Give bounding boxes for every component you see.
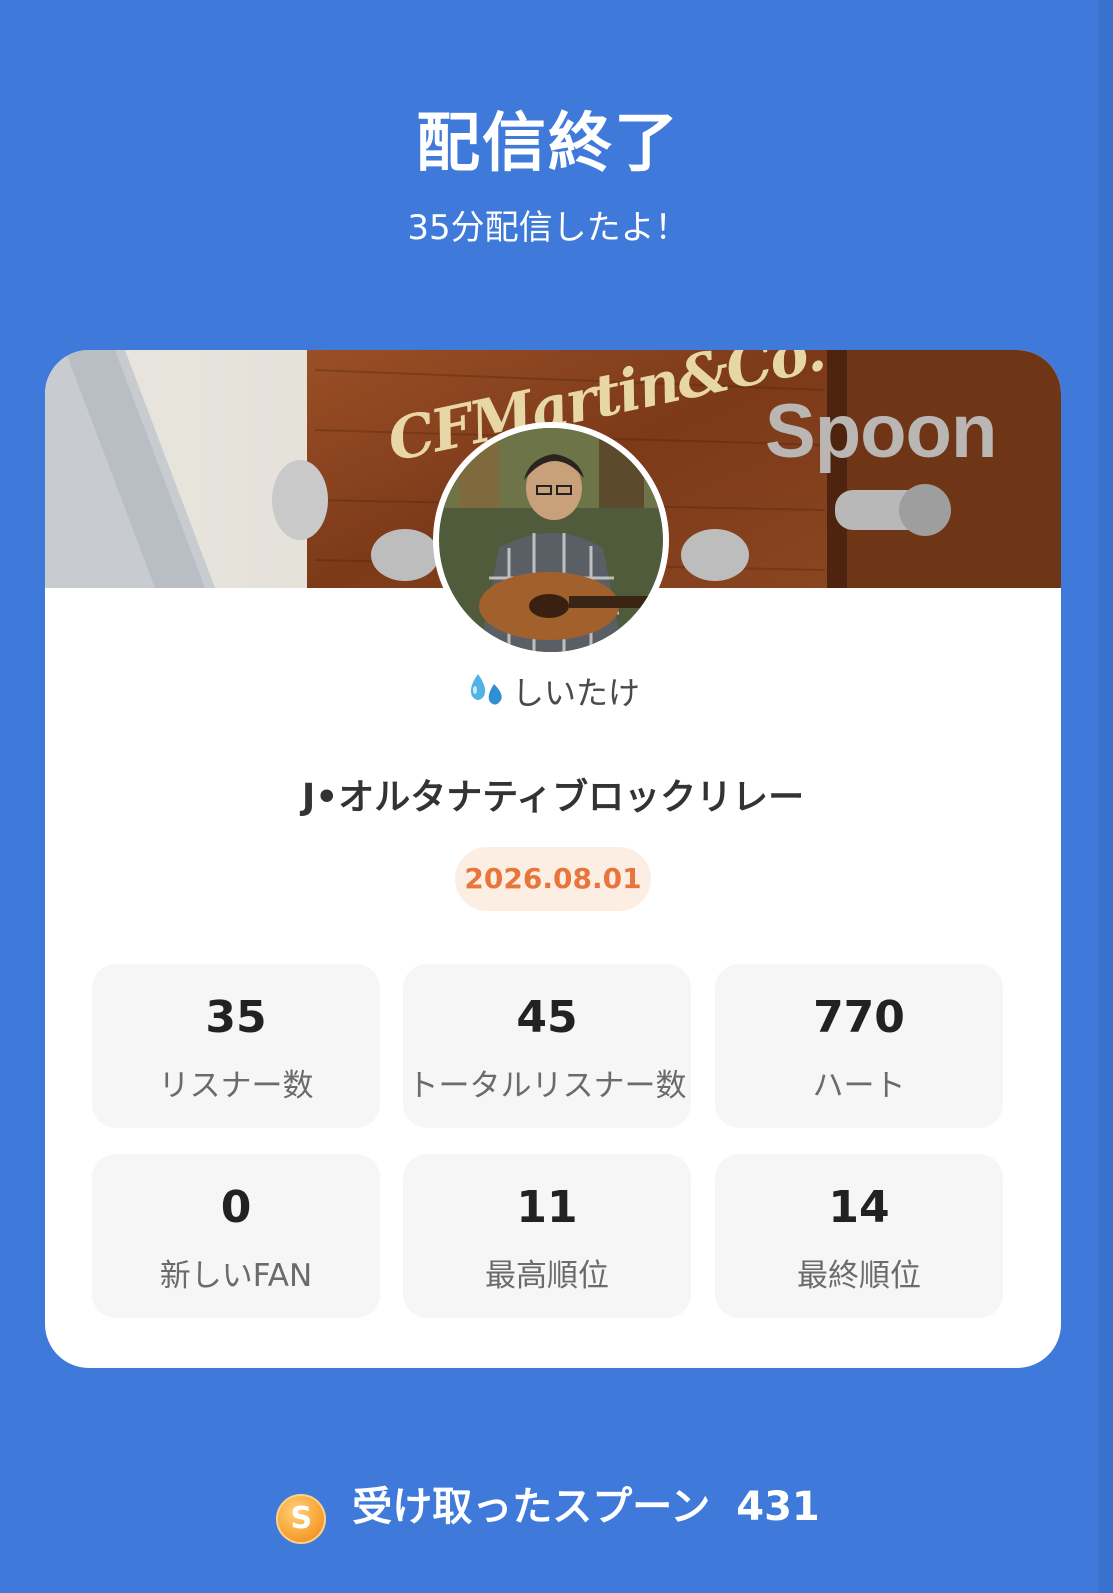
received-spoons: S 受け取ったスプーン 431 [0, 1474, 1096, 1544]
stat-total-listeners: 45 トータルリスナー数 [403, 964, 691, 1128]
stat-label: 新しいFAN [159, 1258, 313, 1294]
page-subtitle: 35分配信したよ！ [407, 208, 689, 248]
stat-value: 35 [205, 992, 267, 1043]
stat-label: ハート [812, 1068, 906, 1104]
page-title: 配信終了 [416, 107, 680, 181]
stat-final-rank: 14 最終順位 [715, 1154, 1003, 1318]
stat-value: 770 [813, 992, 905, 1043]
stat-label: リスナー数 [158, 1068, 314, 1104]
stat-new-fans: 0 新しいFAN [92, 1154, 380, 1318]
stat-value: 0 [220, 1182, 252, 1233]
stat-value: 14 [828, 1182, 890, 1233]
avatar[interactable] [433, 422, 669, 658]
spoons-label: 受け取ったスプーン [352, 1484, 711, 1530]
spoon-coin-icon: S [276, 1494, 327, 1544]
username-text: しいたけ [511, 674, 640, 712]
sweat-droplets-icon [466, 670, 506, 718]
stat-listeners: 35 リスナー数 [92, 964, 380, 1128]
date-badge: 2026.08.01 [455, 847, 651, 911]
broadcast-summary-card: CFMartin&Co. Spoon しいたけ J•オルタナティブロックリレー … [45, 350, 1061, 1368]
stat-label: 最高順位 [485, 1258, 609, 1294]
stat-hearts: 770 ハート [715, 964, 1003, 1128]
right-edge-strip [1099, 0, 1113, 1593]
stat-label: 最終順位 [797, 1258, 921, 1294]
stat-value: 45 [516, 992, 578, 1043]
live-title: J•オルタナティブロックリレー [301, 777, 805, 818]
username: しいたけ [45, 668, 1061, 718]
spoons-count: 431 [736, 1484, 820, 1530]
stat-label: トータルリスナー数 [407, 1068, 687, 1104]
stat-highest-rank: 11 最高順位 [403, 1154, 691, 1318]
spoon-watermark: Spoon [765, 389, 997, 474]
stat-value: 11 [516, 1182, 578, 1233]
